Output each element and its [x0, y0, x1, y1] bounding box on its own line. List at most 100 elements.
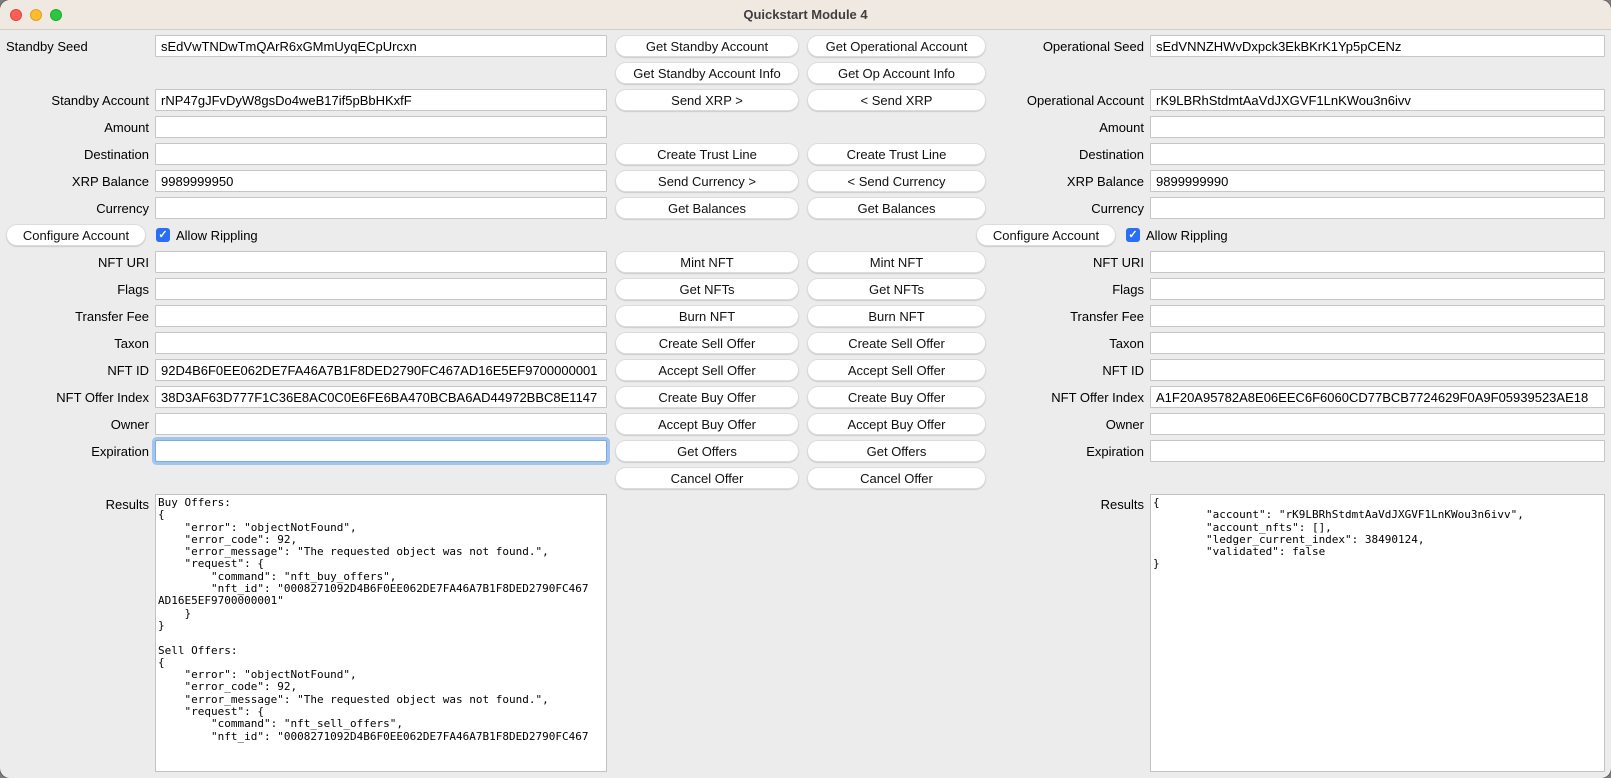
operational-seed-label: Operational Seed: [994, 39, 1144, 54]
operational-configure-account-button[interactable]: Configure Account: [976, 224, 1116, 246]
operational-nft-uri-input[interactable]: [1150, 251, 1605, 273]
standby-xrp-balance-input[interactable]: [155, 170, 607, 192]
operational-results-output[interactable]: { "account": "rK9LBRhStdmtAaVdJXGVF1LnKW…: [1150, 494, 1605, 772]
standby-allow-rippling-checkbox[interactable]: ✓: [156, 228, 170, 242]
standby-nft-id-label: NFT ID: [6, 363, 149, 378]
operational-accept-buy-offer-button[interactable]: Accept Buy Offer: [807, 413, 986, 435]
standby-create-buy-offer-button[interactable]: Create Buy Offer: [615, 386, 799, 408]
send-xrp-right-button[interactable]: Send XRP >: [615, 89, 799, 111]
main-form: Standby Seed Get Standby Account Get Ope…: [0, 30, 1611, 778]
standby-seed-label: Standby Seed: [6, 39, 149, 54]
standby-nft-offer-index-label: NFT Offer Index: [6, 390, 149, 405]
standby-accept-buy-offer-button[interactable]: Accept Buy Offer: [615, 413, 799, 435]
send-currency-left-button[interactable]: < Send Currency: [807, 170, 986, 192]
operational-mint-nft-button[interactable]: Mint NFT: [807, 251, 986, 273]
standby-destination-input[interactable]: [155, 143, 607, 165]
operational-results-label: Results: [994, 497, 1144, 512]
standby-taxon-input[interactable]: [155, 332, 607, 354]
operational-transfer-fee-input[interactable]: [1150, 305, 1605, 327]
operational-get-offers-button[interactable]: Get Offers: [807, 440, 986, 462]
operational-taxon-input[interactable]: [1150, 332, 1605, 354]
app-window: Quickstart Module 4 Standby Seed Get Sta…: [0, 0, 1611, 778]
standby-get-balances-button[interactable]: Get Balances: [615, 197, 799, 219]
zoom-button-icon[interactable]: [50, 9, 62, 21]
standby-account-label: Standby Account: [6, 93, 149, 108]
standby-accept-sell-offer-button[interactable]: Accept Sell Offer: [615, 359, 799, 381]
operational-create-buy-offer-button[interactable]: Create Buy Offer: [807, 386, 986, 408]
standby-account-input[interactable]: [155, 89, 607, 111]
standby-currency-label: Currency: [6, 201, 149, 216]
operational-allow-rippling-checkbox[interactable]: ✓: [1126, 228, 1140, 242]
operational-destination-label: Destination: [994, 147, 1144, 162]
operational-currency-label: Currency: [994, 201, 1144, 216]
standby-allow-rippling-label: Allow Rippling: [176, 228, 258, 243]
operational-amount-input[interactable]: [1150, 116, 1605, 138]
standby-nft-offer-index-input[interactable]: [155, 386, 607, 408]
operational-expiration-input[interactable]: [1150, 440, 1605, 462]
standby-mint-nft-button[interactable]: Mint NFT: [615, 251, 799, 273]
standby-configure-account-button[interactable]: Configure Account: [6, 224, 146, 246]
operational-nft-offer-index-input[interactable]: [1150, 386, 1605, 408]
standby-cancel-offer-button[interactable]: Cancel Offer: [615, 467, 799, 489]
standby-flags-label: Flags: [6, 282, 149, 297]
close-button-icon[interactable]: [10, 9, 22, 21]
operational-xrp-balance-label: XRP Balance: [994, 174, 1144, 189]
standby-nft-id-input[interactable]: [155, 359, 607, 381]
standby-xrp-balance-label: XRP Balance: [6, 174, 149, 189]
standby-flags-input[interactable]: [155, 278, 607, 300]
operational-create-trust-line-button[interactable]: Create Trust Line: [807, 143, 986, 165]
standby-results-output[interactable]: Buy Offers: { "error": "objectNotFound",…: [155, 494, 607, 772]
send-currency-right-button[interactable]: Send Currency >: [615, 170, 799, 192]
operational-transfer-fee-label: Transfer Fee: [994, 309, 1144, 324]
operational-nft-id-label: NFT ID: [994, 363, 1144, 378]
operational-xrp-balance-input[interactable]: [1150, 170, 1605, 192]
operational-get-balances-button[interactable]: Get Balances: [807, 197, 986, 219]
standby-expiration-label: Expiration: [6, 444, 149, 459]
standby-create-trust-line-button[interactable]: Create Trust Line: [615, 143, 799, 165]
operational-destination-input[interactable]: [1150, 143, 1605, 165]
operational-flags-input[interactable]: [1150, 278, 1605, 300]
standby-seed-input[interactable]: [155, 35, 607, 57]
standby-transfer-fee-label: Transfer Fee: [6, 309, 149, 324]
standby-create-sell-offer-button[interactable]: Create Sell Offer: [615, 332, 799, 354]
standby-nft-uri-label: NFT URI: [6, 255, 149, 270]
operational-allow-rippling-label: Allow Rippling: [1146, 228, 1228, 243]
standby-burn-nft-button[interactable]: Burn NFT: [615, 305, 799, 327]
minimize-button-icon[interactable]: [30, 9, 42, 21]
standby-owner-label: Owner: [6, 417, 149, 432]
standby-amount-label: Amount: [6, 120, 149, 135]
get-standby-account-button[interactable]: Get Standby Account: [615, 35, 799, 57]
standby-currency-input[interactable]: [155, 197, 607, 219]
operational-burn-nft-button[interactable]: Burn NFT: [807, 305, 986, 327]
operational-account-label: Operational Account: [994, 93, 1144, 108]
window-controls: [10, 9, 62, 21]
operational-cancel-offer-button[interactable]: Cancel Offer: [807, 467, 986, 489]
operational-create-sell-offer-button[interactable]: Create Sell Offer: [807, 332, 986, 354]
title-bar[interactable]: Quickstart Module 4: [0, 0, 1611, 30]
standby-expiration-input[interactable]: [155, 440, 607, 462]
standby-destination-label: Destination: [6, 147, 149, 162]
operational-flags-label: Flags: [994, 282, 1144, 297]
standby-owner-input[interactable]: [155, 413, 607, 435]
operational-nft-uri-label: NFT URI: [994, 255, 1144, 270]
standby-transfer-fee-input[interactable]: [155, 305, 607, 327]
operational-expiration-label: Expiration: [994, 444, 1144, 459]
get-standby-account-info-button[interactable]: Get Standby Account Info: [615, 62, 799, 84]
standby-get-offers-button[interactable]: Get Offers: [615, 440, 799, 462]
operational-owner-label: Owner: [994, 417, 1144, 432]
operational-accept-sell-offer-button[interactable]: Accept Sell Offer: [807, 359, 986, 381]
operational-currency-input[interactable]: [1150, 197, 1605, 219]
operational-account-input[interactable]: [1150, 89, 1605, 111]
standby-amount-input[interactable]: [155, 116, 607, 138]
operational-get-nfts-button[interactable]: Get NFTs: [807, 278, 986, 300]
operational-owner-input[interactable]: [1150, 413, 1605, 435]
operational-seed-input[interactable]: [1150, 35, 1605, 57]
standby-nft-uri-input[interactable]: [155, 251, 607, 273]
get-operational-account-button[interactable]: Get Operational Account: [807, 35, 986, 57]
get-op-account-info-button[interactable]: Get Op Account Info: [807, 62, 986, 84]
window-title: Quickstart Module 4: [743, 7, 867, 22]
operational-amount-label: Amount: [994, 120, 1144, 135]
standby-get-nfts-button[interactable]: Get NFTs: [615, 278, 799, 300]
operational-nft-id-input[interactable]: [1150, 359, 1605, 381]
send-xrp-left-button[interactable]: < Send XRP: [807, 89, 986, 111]
